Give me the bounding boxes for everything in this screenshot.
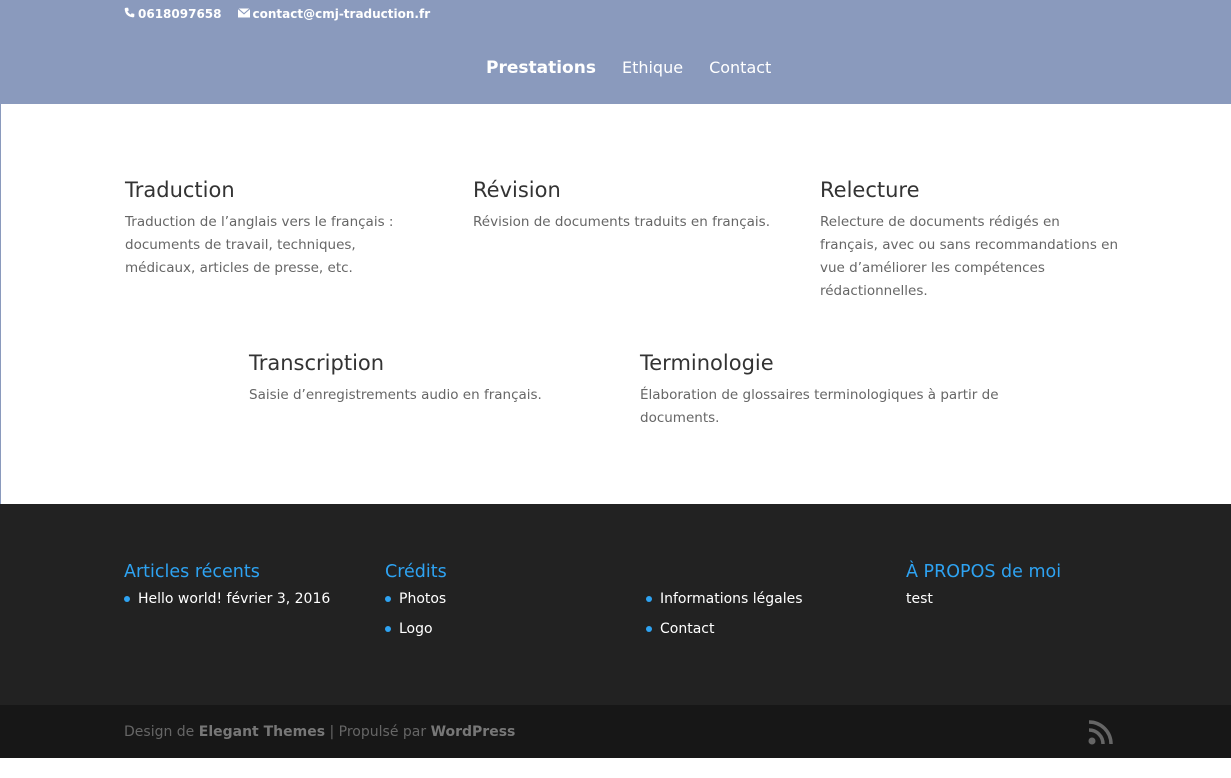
- email-icon: [237, 7, 250, 21]
- site-header: 0618097658 contact@cmj-traduction.fr Pre…: [0, 0, 1231, 104]
- elegant-themes-link[interactable]: Elegant Themes: [199, 724, 325, 740]
- list-item: Hello world! février 3, 2016: [124, 590, 330, 608]
- list-item: Logo: [385, 620, 447, 638]
- phone-info: 0618097658: [124, 7, 222, 21]
- list-item: Photos: [385, 590, 447, 608]
- bullet-icon: [124, 596, 130, 602]
- bullet-icon: [385, 626, 391, 632]
- credits-logo-link[interactable]: Logo: [399, 620, 433, 638]
- main-content: Traduction Traduction de l’anglais vers …: [0, 104, 1231, 504]
- service-title: Terminologie: [640, 351, 774, 375]
- top-info-bar: 0618097658 contact@cmj-traduction.fr: [124, 6, 446, 22]
- bullet-icon: [646, 626, 652, 632]
- service-title: Traduction: [125, 178, 235, 202]
- rss-icon[interactable]: [1088, 719, 1114, 745]
- nav-item-ethique[interactable]: Ethique: [622, 56, 683, 80]
- footer-credits: Crédits Photos Logo: [385, 560, 447, 650]
- footer-widget-title: Articles récents: [124, 562, 260, 582]
- wordpress-link[interactable]: WordPress: [431, 724, 516, 740]
- service-text: Saisie d’enregistrements audio en frança…: [249, 387, 542, 403]
- nav-item-prestations[interactable]: Prestations: [486, 56, 596, 80]
- main-nav: Prestations Ethique Contact: [486, 56, 797, 80]
- site-footer: Articles récents Hello world! février 3,…: [0, 504, 1231, 705]
- service-card-revision: Révision Révision de documents traduits …: [473, 177, 773, 234]
- footer-credits-text: Design de Elegant Themes | Propulsé par …: [124, 723, 515, 741]
- phone-number: 0618097658: [138, 7, 222, 21]
- design-prefix: Design de: [124, 724, 199, 740]
- legal-info-link[interactable]: Informations légales: [660, 590, 803, 608]
- service-card-traduction: Traduction Traduction de l’anglais vers …: [125, 177, 425, 280]
- about-text: test: [906, 591, 933, 607]
- credits-photos-link[interactable]: Photos: [399, 590, 446, 608]
- nav-item-contact[interactable]: Contact: [709, 56, 771, 80]
- footer-bottom-bar: Design de Elegant Themes | Propulsé par …: [0, 705, 1231, 758]
- service-title: Relecture: [820, 178, 920, 202]
- recent-post-link[interactable]: Hello world! février 3, 2016: [138, 590, 330, 608]
- page-bottom: [0, 758, 1231, 778]
- footer-legal: Informations légales Contact: [646, 590, 803, 650]
- footer-contact-link[interactable]: Contact: [660, 620, 714, 638]
- bullet-icon: [646, 596, 652, 602]
- service-text: Traduction de l’anglais vers le français…: [125, 214, 394, 276]
- service-text: Relecture de documents rédigés en frança…: [820, 214, 1119, 299]
- email-link[interactable]: contact@cmj-traduction.fr: [253, 7, 431, 21]
- list-item: Contact: [646, 620, 803, 638]
- service-card-terminologie: Terminologie Élaboration de glossaires t…: [640, 350, 1010, 430]
- phone-icon: [124, 7, 135, 21]
- footer-recent-posts: Articles récents Hello world! février 3,…: [124, 560, 330, 620]
- footer-about: À PROPOS de moi test: [906, 560, 1061, 608]
- service-card-transcription: Transcription Saisie d’enregistrements a…: [249, 350, 589, 407]
- service-title: Révision: [473, 178, 561, 202]
- email-info[interactable]: contact@cmj-traduction.fr: [237, 7, 431, 21]
- footer-widget-title: À PROPOS de moi: [906, 562, 1062, 582]
- powered-separator: | Propulsé par: [325, 724, 431, 740]
- service-text: Élaboration de glossaires terminologique…: [640, 387, 999, 426]
- list-item: Informations légales: [646, 590, 803, 608]
- service-title: Transcription: [249, 351, 385, 375]
- bullet-icon: [385, 596, 391, 602]
- service-text: Révision de documents traduits en frança…: [473, 214, 770, 230]
- service-card-relecture: Relecture Relecture de documents rédigés…: [820, 177, 1120, 303]
- footer-widget-title: Crédits: [385, 562, 447, 582]
